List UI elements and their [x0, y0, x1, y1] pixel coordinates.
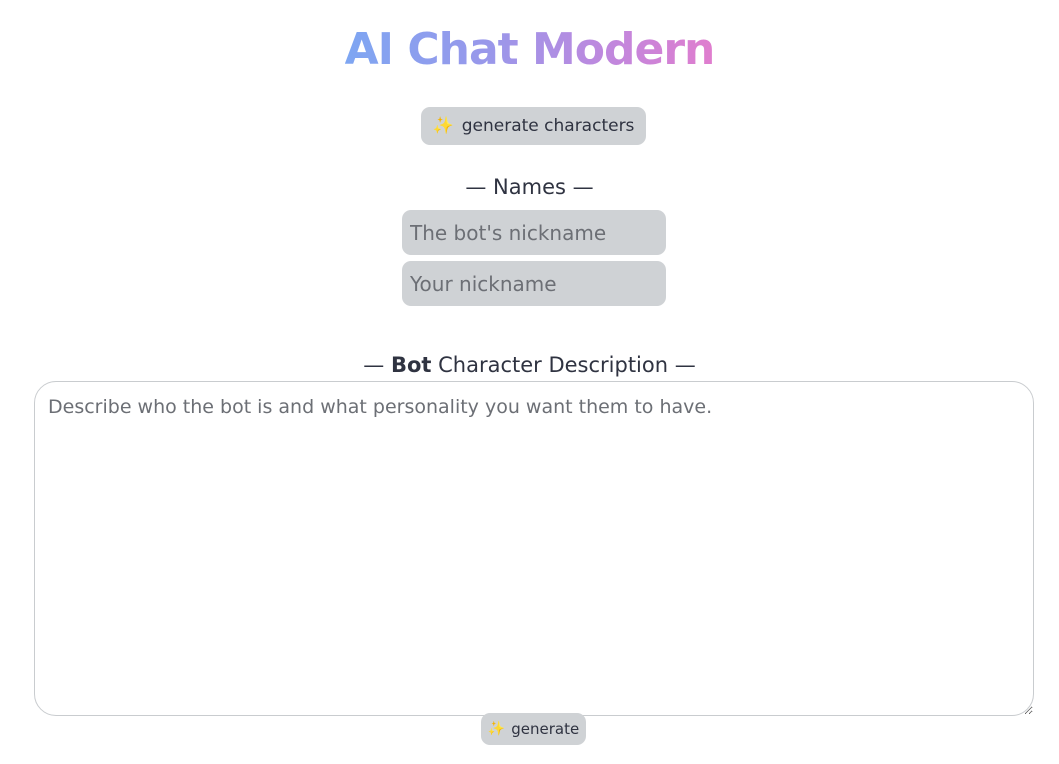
generate-characters-button[interactable]: ✨ generate characters — [421, 107, 646, 145]
user-nickname-input[interactable] — [402, 261, 666, 306]
page: AI Chat Modern ✨ generate characters — N… — [0, 0, 1059, 764]
bot-description-label-bold: Bot — [390, 353, 432, 377]
generate-button[interactable]: ✨ generate — [481, 713, 586, 745]
generate-characters-label: generate characters — [461, 116, 635, 136]
generate-label: generate — [511, 720, 580, 738]
bot-description-textarea[interactable] — [34, 381, 1034, 716]
app-title: AI Chat Modern — [0, 22, 1059, 78]
bot-nickname-input[interactable] — [402, 210, 666, 255]
bot-description-label: — Bot Character Description — — [0, 353, 1059, 377]
sparkles-icon: ✨ — [432, 116, 454, 136]
names-section-label: — Names — — [465, 175, 594, 199]
sparkles-icon: ✨ — [487, 721, 506, 737]
bot-description-label-prefix: — — [363, 353, 391, 377]
bot-description-label-suffix: Character Description — — [431, 353, 696, 377]
app-title-text: AI Chat Modern — [344, 24, 716, 75]
